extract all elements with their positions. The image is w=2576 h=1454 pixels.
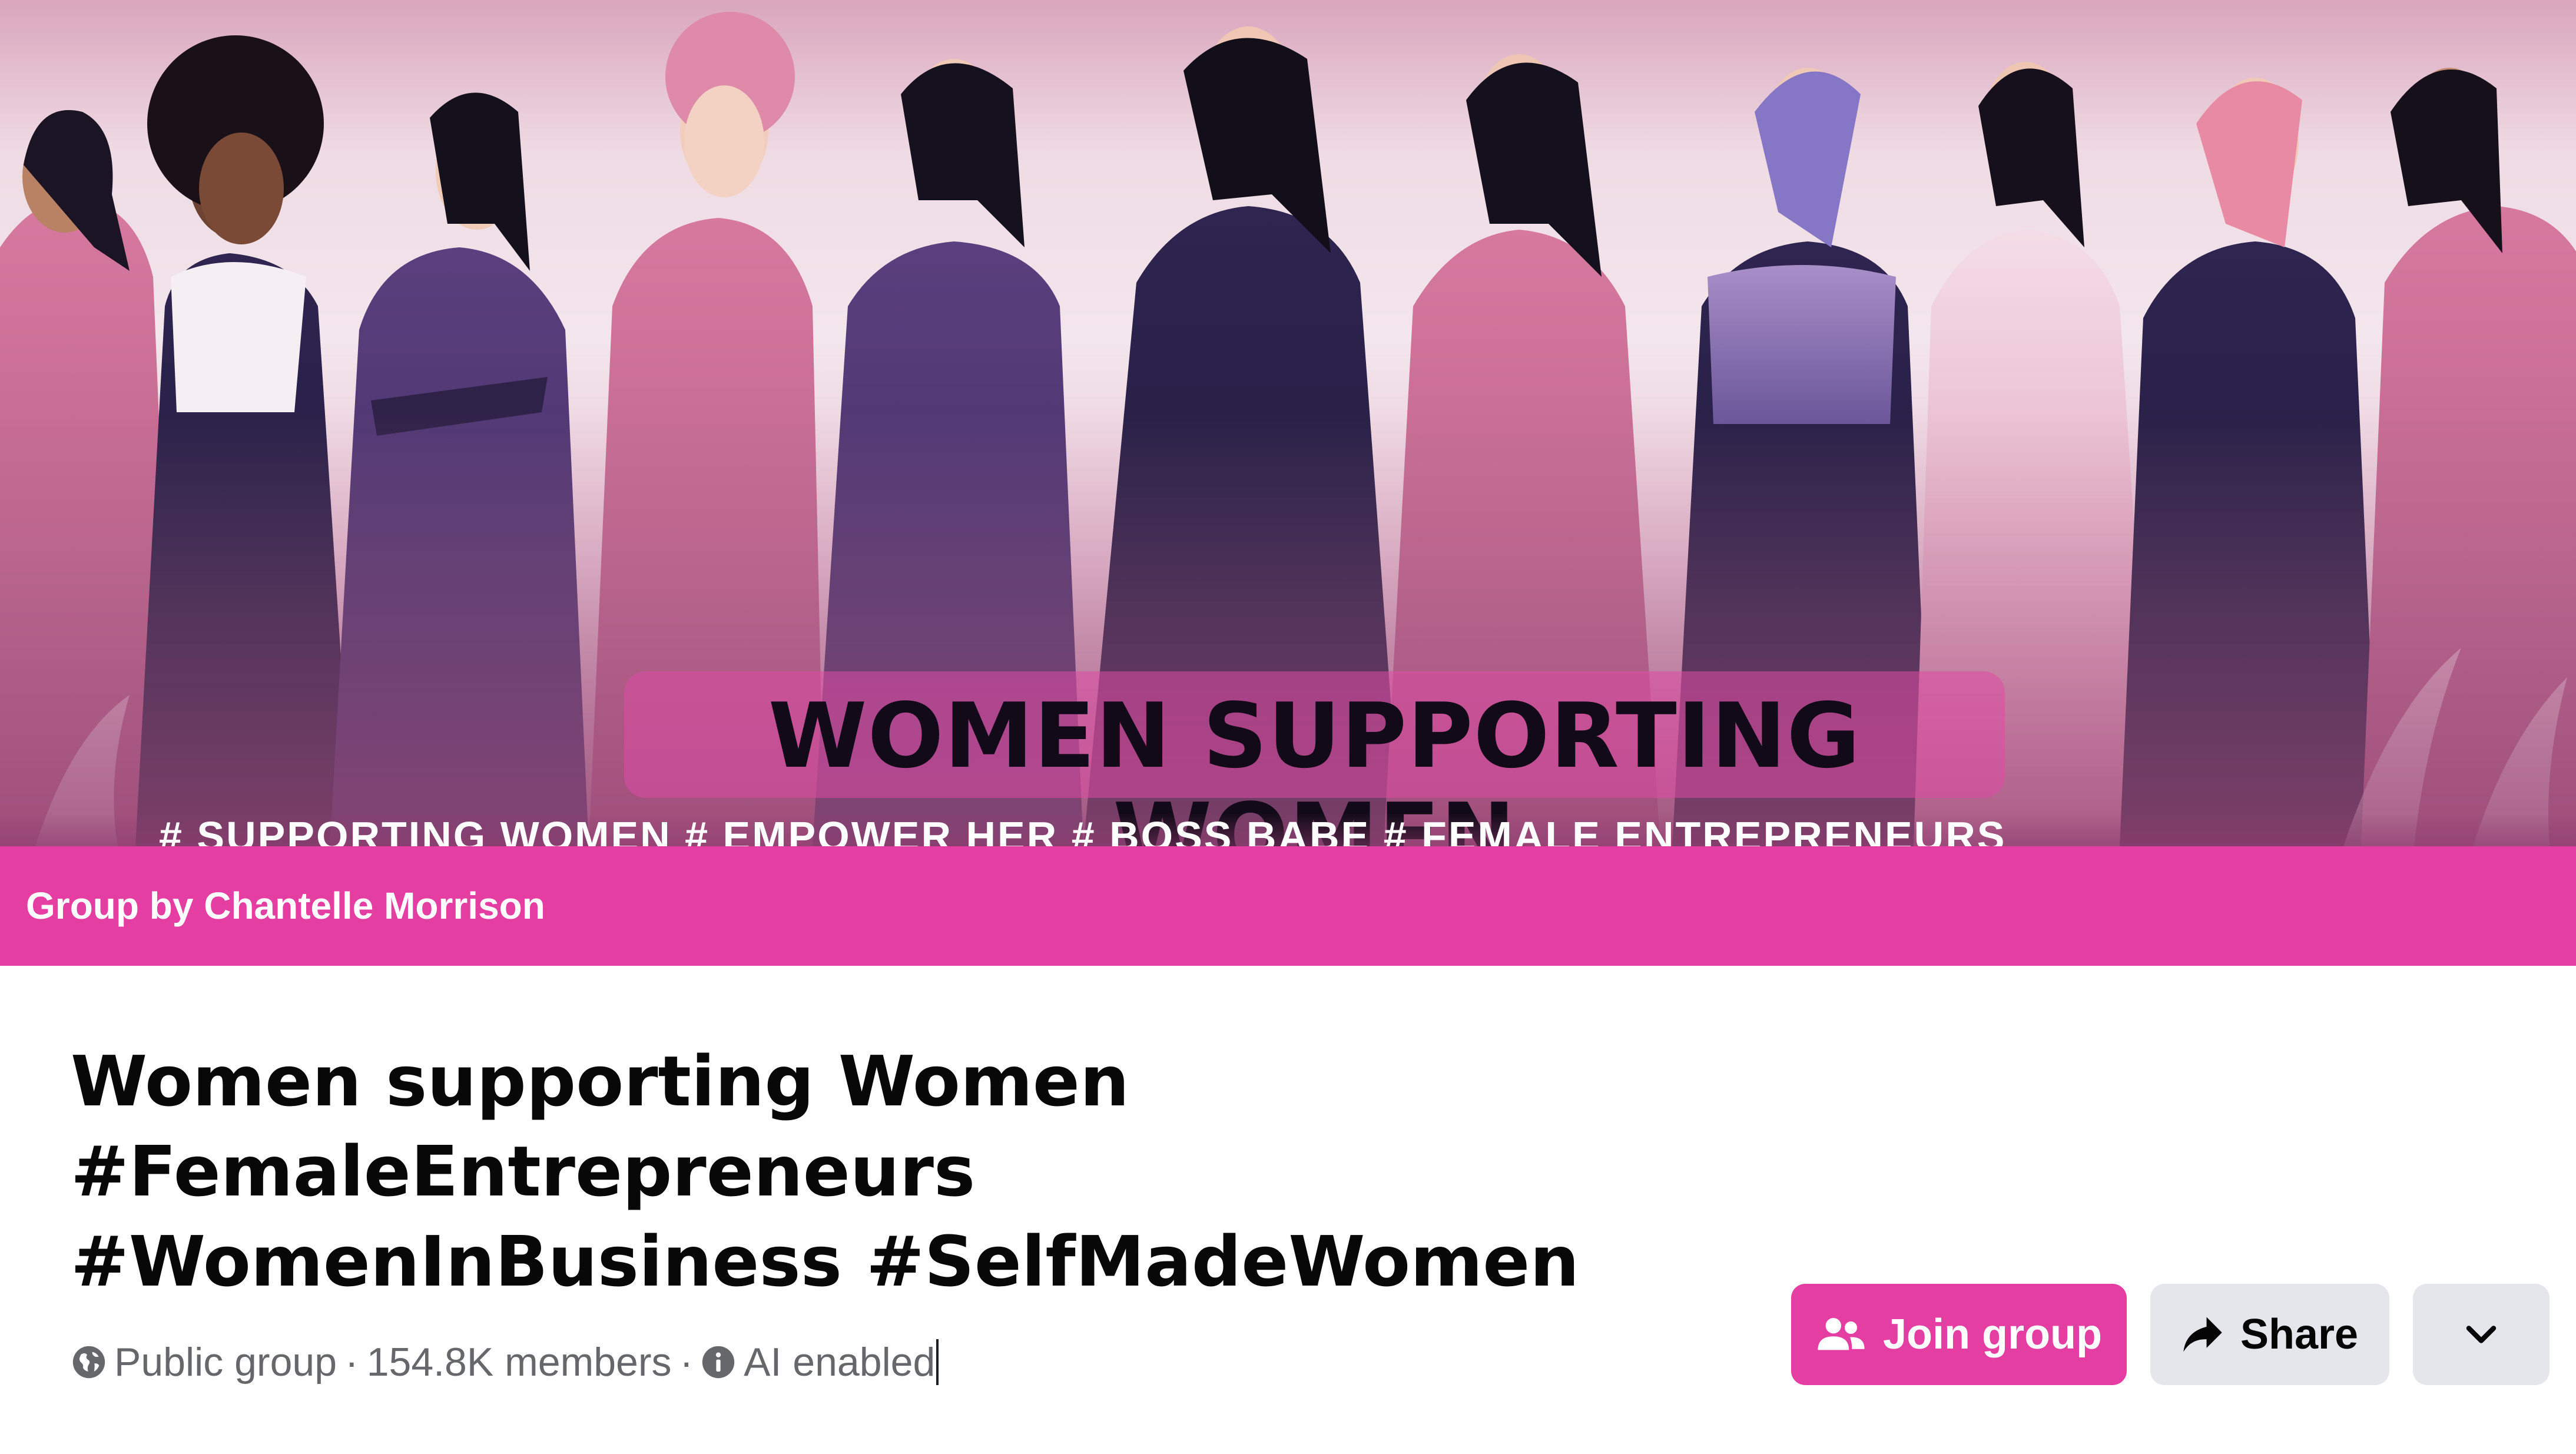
people-icon — [1818, 1317, 1865, 1350]
text-cursor — [936, 1339, 939, 1385]
group-owner-text[interactable]: Group by Chantelle Morrison — [26, 846, 545, 966]
group-title: Women supporting Women #FemaleEntreprene… — [71, 1036, 1719, 1307]
share-button[interactable]: Share — [2150, 1284, 2389, 1385]
privacy-label[interactable]: Public group — [114, 1339, 337, 1385]
meta-separator: · — [679, 1340, 694, 1385]
more-options-button[interactable] — [2413, 1284, 2550, 1385]
join-group-button[interactable]: Join group — [1791, 1284, 2127, 1385]
info-icon[interactable] — [701, 1345, 735, 1379]
cover-photo[interactable]: WOMEN SUPPORTING WOMEN # SUPPORTING WOME… — [0, 0, 2576, 846]
group-meta: Public group · 154.8K members · AI enabl… — [72, 1336, 939, 1389]
group-page: WOMEN SUPPORTING WOMEN # SUPPORTING WOME… — [0, 0, 2576, 1454]
meta-separator: · — [345, 1340, 359, 1385]
member-count[interactable]: 154.8K members — [367, 1339, 672, 1385]
group-title-line: #WomenInBusiness #SelfMadeWomen — [71, 1221, 1580, 1302]
cover-hashtag-strip: # SUPPORTING WOMEN # EMPOWER HER # BOSS … — [159, 813, 2007, 846]
cover-headline: WOMEN SUPPORTING WOMEN — [768, 684, 1861, 847]
globe-icon — [72, 1346, 105, 1379]
group-title-line: Women supporting Women — [71, 1041, 1129, 1122]
ai-status: AI enabled — [744, 1340, 936, 1385]
join-group-label: Join group — [1883, 1311, 2102, 1358]
group-title-line: #FemaleEntrepreneurs — [71, 1131, 976, 1212]
share-arrow-icon — [2183, 1317, 2222, 1352]
group-owner-bar: Group by Chantelle Morrison — [0, 846, 2576, 966]
chevron-down-icon — [2466, 1326, 2497, 1343]
share-label: Share — [2240, 1311, 2359, 1358]
